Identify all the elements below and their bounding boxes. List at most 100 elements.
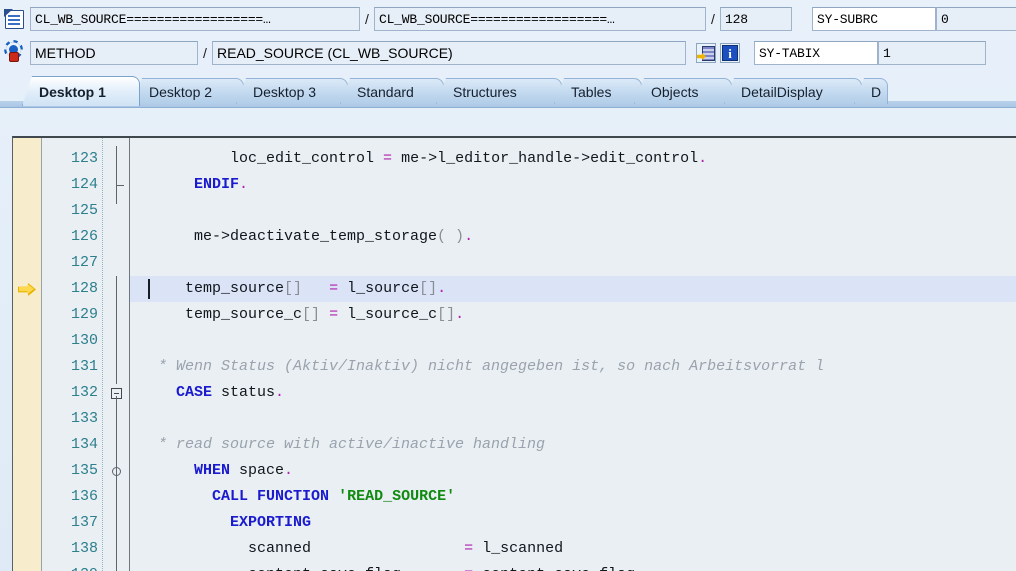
code-token: . (275, 384, 285, 401)
code-token: = (464, 566, 473, 571)
line-number: 132 (70, 384, 98, 401)
line-number: 135 (70, 462, 98, 479)
current-line-field[interactable]: 128 (720, 7, 792, 31)
line-number: 137 (70, 514, 98, 531)
code-line: ENDIF. (158, 172, 248, 198)
source-code-viewer[interactable]: 123 124 125 126 127 128 129 130 131 132 133 134 135 1… (12, 136, 1016, 571)
code-token: me->l_editor_handle->edit_control (392, 150, 699, 167)
code-token: loc_edit_control (158, 150, 384, 167)
event-type-field[interactable]: METHOD (30, 41, 198, 65)
code-token: 'READ_SOURCE' (338, 488, 456, 505)
fold-branch-marker (117, 185, 124, 186)
code-token: ( ) (437, 228, 465, 245)
code-token: * read source with active/inactive handl… (158, 436, 546, 453)
code-line: scanned = l_scanned (158, 536, 563, 562)
fold-rail (116, 396, 117, 571)
code-token: [] (284, 280, 303, 297)
code-token: * Wenn Status (Aktiv/Inaktiv) nicht ange… (158, 358, 825, 375)
header-row-program: CL_WB_SOURCE==================… / CL_WB_… (0, 4, 1016, 34)
code-token: space (230, 462, 285, 479)
code-line: CALL FUNCTION 'READ_SOURCE' (158, 484, 455, 510)
fold-rail (116, 146, 117, 204)
tab-desktop-3[interactable]: Desktop 3 (236, 78, 348, 104)
line-number: 129 (70, 306, 98, 323)
code-line: EXPORTING (158, 510, 311, 536)
code-token: temp_source_c (158, 306, 303, 323)
code-line: CASE status. (158, 380, 284, 406)
line-number: 126 (70, 228, 98, 245)
code-folding-gutter[interactable] (103, 138, 130, 571)
breakpoint-gutter[interactable] (13, 138, 42, 571)
code-token: scanned (158, 540, 465, 557)
code-token: = (329, 306, 339, 323)
code-token: [] (302, 306, 321, 323)
code-token: l_scanned (473, 540, 564, 557)
code-token: . (698, 150, 708, 167)
tab-label: Desktop 1 (39, 83, 106, 100)
tab-label: Desktop 2 (149, 83, 213, 100)
include-program-field[interactable]: CL_WB_SOURCE==================… (374, 7, 706, 31)
code-line: WHEN space. (158, 458, 293, 484)
program-separator-1: / (365, 11, 369, 27)
tab-standard[interactable]: Standard (340, 78, 444, 104)
sy-tabix-value[interactable]: 1 (878, 41, 986, 65)
sy-subrc-label[interactable]: SY-SUBRC (812, 7, 936, 31)
desktop-tab-bar: Desktop 1 Desktop 2 Desktop 3 Standard Struc… (0, 76, 1016, 108)
sy-tabix-label[interactable]: SY-TABIX (754, 41, 878, 65)
method-gear-icon (4, 42, 26, 64)
tab-tables[interactable]: Tables (554, 78, 642, 104)
execution-pointer-icon (18, 283, 36, 296)
code-line: content_save_flag = content_save_flag (158, 562, 635, 571)
event-separator: / (203, 45, 207, 61)
code-line: temp_source_c[] = l_source_c[]. (158, 302, 464, 328)
code-token: . (239, 176, 249, 193)
code-line: me->deactivate_temp_storage( ). (158, 224, 473, 250)
tab-objects[interactable]: Objects (634, 78, 732, 104)
code-token: . (464, 228, 474, 245)
program-icon (4, 8, 26, 30)
code-token: [] (419, 280, 438, 297)
tab-desktop-2[interactable]: Desktop 2 (132, 78, 244, 104)
main-program-field[interactable]: CL_WB_SOURCE==================… (30, 7, 360, 31)
code-token: content_save_flag (158, 566, 464, 571)
code-token: content_save_flag (473, 566, 635, 571)
code-token: l_source (338, 280, 420, 297)
tab-desktop-1[interactable]: Desktop 1 (22, 76, 140, 106)
info-icon[interactable]: i (720, 43, 740, 63)
tab-label: Tables (571, 83, 612, 100)
code-text-area[interactable]: loc_edit_control = me->l_editor_handle->… (130, 138, 1016, 571)
event-name-field[interactable]: READ_SOURCE (CL_WB_SOURCE) (212, 41, 686, 65)
code-token: temp_source (158, 280, 285, 297)
tab-detaildisplay[interactable]: DetailDisplay (724, 78, 862, 104)
code-token: = (464, 540, 474, 557)
sy-subrc-value[interactable]: 0 (936, 7, 1016, 31)
tab-label: Desktop 3 (253, 83, 317, 100)
code-line: temp_source[] = l_source[]. (158, 276, 446, 302)
line-number: 128 (70, 280, 98, 297)
line-number: 138 (70, 540, 98, 557)
text-cursor (148, 279, 150, 299)
code-token: CASE (176, 384, 213, 401)
code-token: l_source_c (338, 306, 438, 323)
header-row-event: METHOD / READ_SOURCE (CL_WB_SOURCE) i SY… (0, 38, 1016, 68)
code-token: = (383, 150, 393, 167)
program-separator-2: / (711, 11, 715, 27)
code-token: . (284, 462, 294, 479)
goto-source-icon[interactable] (696, 43, 716, 63)
tab-label: D (871, 83, 882, 100)
code-token: CALL FUNCTION (212, 488, 330, 505)
fold-rail (116, 276, 117, 384)
code-line: loc_edit_control = me->l_editor_handle->… (158, 146, 707, 172)
tab-structures[interactable]: Structures (436, 78, 562, 104)
line-number-gutter: 123 124 125 126 127 128 129 130 131 132 133 134 135 1… (42, 138, 103, 571)
tab-label: Standard (357, 83, 414, 100)
line-number: 133 (70, 410, 98, 427)
